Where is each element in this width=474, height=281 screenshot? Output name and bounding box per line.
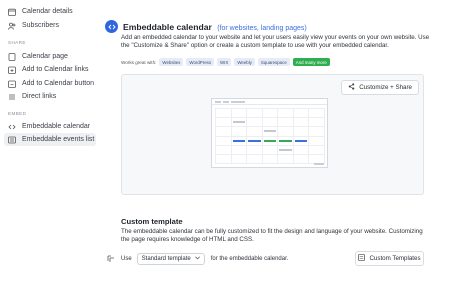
calendar-preview-card: Customize + Share — [121, 74, 424, 195]
platform-badge: Websites — [159, 58, 184, 66]
events-list-icon — [8, 136, 16, 144]
platform-badge: WordPress — [186, 58, 215, 66]
sidebar-item-add-to-calendar-button[interactable]: Add to Calendar button — [4, 77, 96, 90]
section-header-embed: EMBED — [8, 111, 27, 116]
platform-badge: Weebly — [234, 58, 255, 66]
template-select-value: Standard template — [141, 256, 191, 262]
sidebar-item-label: Embeddable calendar — [22, 123, 91, 130]
customize-share-label: Customize + Share — [359, 84, 412, 91]
platform-badge: Squarespace — [257, 58, 290, 66]
sidebar-item-embeddable-calendar[interactable]: Embeddable calendar — [4, 120, 96, 133]
sidebar-item-calendar-page[interactable]: Calendar page — [4, 50, 96, 63]
chevron-down-icon — [194, 256, 200, 262]
templates-icon — [358, 254, 366, 263]
share-icon — [348, 83, 355, 92]
use-label: Use — [121, 256, 132, 262]
custom-template-description: The embeddable calendar can be fully cus… — [121, 228, 423, 244]
custom-template-title: Custom template — [121, 217, 183, 226]
sidebar-item-label: Calendar details — [22, 8, 73, 15]
page-description: Add an embedded calendar to your website… — [121, 34, 430, 50]
button-icon — [8, 80, 16, 88]
code-icon — [105, 20, 118, 33]
section-header-share: SHARE — [8, 40, 26, 45]
sidebar-item-label: Add to Calendar links — [22, 66, 89, 73]
platform-badge: WIX — [217, 58, 232, 66]
more-platforms-badge: And many more — [292, 58, 330, 66]
page-title-text: Embeddable calendar — [123, 22, 212, 32]
calendar-icon — [8, 8, 16, 16]
sidebar-item-embeddable-events-list[interactable]: Embeddable events list — [4, 133, 96, 146]
sidebar-item-subscribers[interactable]: Subscribers — [4, 19, 96, 32]
template-select[interactable]: Standard template — [136, 253, 205, 265]
sidebar-item-add-to-calendar-links[interactable]: Add to Calendar links — [4, 63, 96, 76]
sidebar-item-calendar-details[interactable]: Calendar details — [4, 5, 96, 18]
page-title: Embeddable calendar (for websites, landi… — [123, 22, 307, 32]
sidebar-item-label: Subscribers — [22, 22, 59, 29]
page-subtitle: (for websites, landing pages) — [217, 25, 307, 32]
customize-share-button[interactable]: Customize + Share — [341, 80, 419, 95]
works-with-row: Works great with: Websites WordPress WIX… — [121, 58, 330, 66]
page-icon — [8, 52, 16, 61]
users-icon — [8, 22, 16, 30]
sidebar-item-label: Calendar page — [22, 53, 68, 60]
calendar-thumbnail-toolbar — [212, 99, 327, 105]
sidebar-item-label: Embeddable events list — [22, 136, 95, 143]
sidebar: Calendar details Subscribers SHARE Calen… — [0, 0, 100, 281]
works-with-label: Works great with: — [121, 59, 157, 65]
code-icon — [8, 123, 16, 131]
list-icon — [8, 93, 16, 101]
template-suffix: for the embeddable calendar. — [210, 256, 289, 262]
template-icon — [107, 255, 115, 263]
calendar-thumbnail-grid — [215, 108, 325, 164]
custom-templates-label: Custom Templates — [369, 255, 421, 262]
link-icon — [8, 66, 16, 74]
custom-templates-button[interactable]: Custom Templates — [355, 251, 424, 266]
sidebar-item-label: Add to Calendar button — [22, 80, 94, 87]
sidebar-item-direct-links[interactable]: Direct links — [4, 90, 96, 103]
calendar-thumbnail[interactable] — [211, 98, 328, 168]
sidebar-item-label: Direct links — [22, 93, 57, 100]
template-select-row: Use Standard template for the embeddable… — [107, 253, 288, 265]
